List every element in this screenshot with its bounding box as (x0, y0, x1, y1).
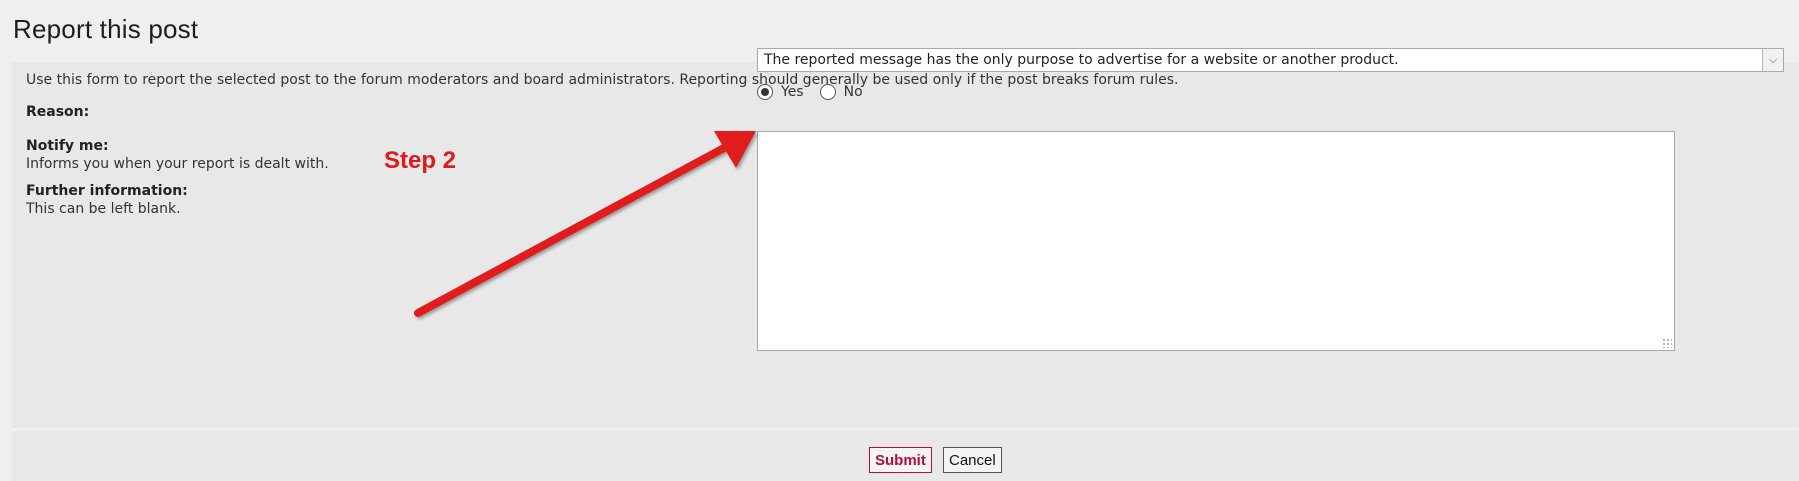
radio-checked-dot-icon (761, 88, 769, 96)
chevron-down-icon[interactable]: ⌵ (1762, 49, 1783, 71)
reason-label: Reason: (26, 104, 90, 120)
page-title: Report this post (13, 14, 199, 44)
form-actions-bar: Submit Cancel (12, 431, 1799, 481)
resize-grip-icon[interactable] (1662, 338, 1672, 348)
further-info-hint: This can be left blank. (26, 201, 181, 217)
report-post-page: Report this post Use this form to report… (0, 0, 1799, 481)
reason-select[interactable]: The reported message has the only purpos… (757, 48, 1784, 72)
form-intro-text: Use this form to report the selected pos… (26, 72, 1179, 88)
further-info-textarea[interactable] (757, 131, 1675, 351)
submit-button[interactable]: Submit (869, 447, 932, 473)
notify-radio-group: Yes No (757, 84, 879, 100)
further-info-label: Further information: (26, 183, 188, 199)
step-label: Step 2 (384, 147, 457, 174)
notify-yes-radio[interactable] (757, 84, 773, 100)
notify-hint: Informs you when your report is dealt wi… (26, 156, 329, 172)
notify-yes-label[interactable]: Yes (781, 84, 804, 100)
notify-no-radio[interactable] (819, 84, 836, 100)
notify-no-label[interactable]: No (844, 84, 863, 100)
reason-select-value: The reported message has the only purpos… (764, 52, 1399, 68)
cancel-button[interactable]: Cancel (943, 447, 1002, 473)
notify-label: Notify me: (26, 138, 109, 154)
